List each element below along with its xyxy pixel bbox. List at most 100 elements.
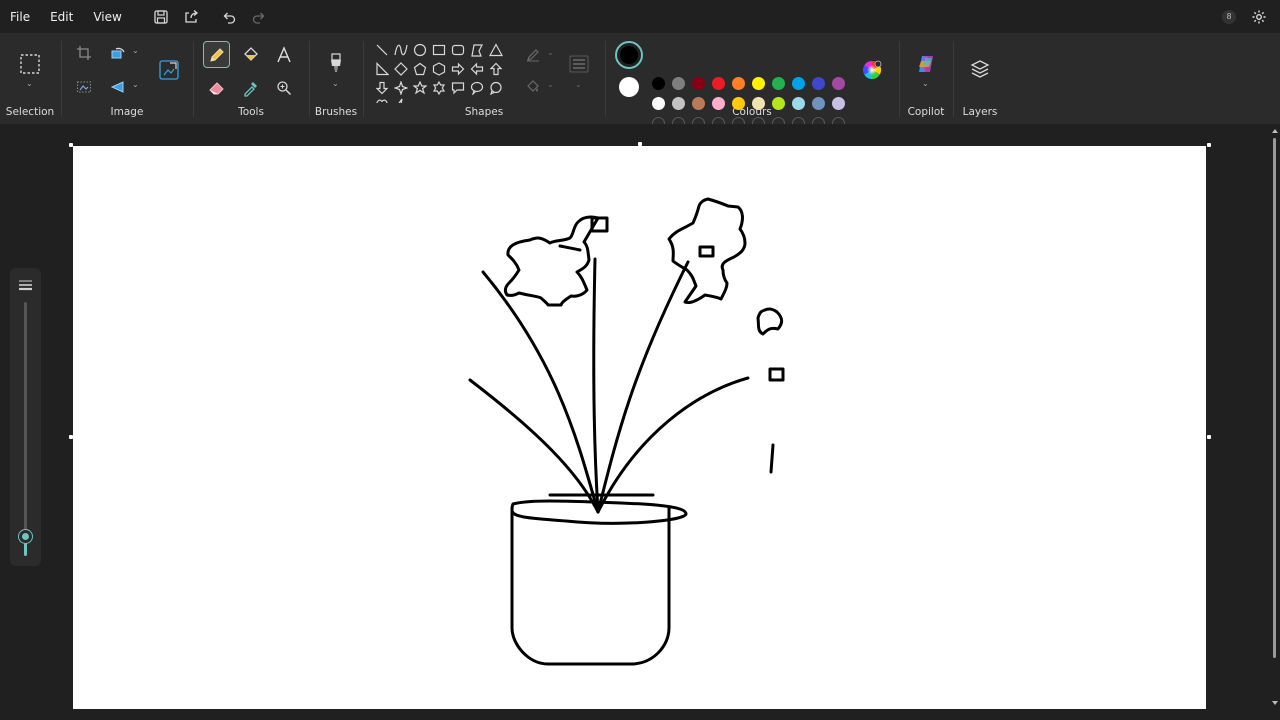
colour-swatch[interactable] [792, 97, 805, 110]
chevron-down-icon[interactable]: ⌄ [26, 79, 33, 88]
share-icon[interactable] [176, 2, 206, 32]
colours-label: Colours [732, 106, 772, 118]
brush-size-thumb[interactable] [19, 530, 32, 543]
down-arrow-shape-icon[interactable] [375, 81, 389, 95]
crop-icon[interactable] [76, 45, 92, 61]
chevron-down-icon[interactable]: ⌄ [575, 80, 582, 89]
colour-swatch[interactable] [772, 97, 785, 110]
colour-swatch[interactable] [732, 97, 745, 110]
flip-icon[interactable] [110, 79, 126, 95]
right-arrow-shape-icon[interactable] [451, 62, 465, 76]
remove-background-icon[interactable] [76, 79, 92, 95]
save-icon[interactable] [146, 2, 176, 32]
colour-swatch[interactable] [832, 77, 845, 90]
left-arrow-shape-icon[interactable] [470, 62, 484, 76]
settings-gear-icon[interactable] [1244, 2, 1274, 32]
rounded-rectangle-shape-icon[interactable] [451, 43, 465, 57]
colour-swatch[interactable] [692, 97, 705, 110]
line-size-icon[interactable] [569, 55, 589, 73]
colour-swatch[interactable] [732, 77, 745, 90]
heart-shape-icon[interactable] [375, 98, 389, 103]
four-point-star-shape-icon[interactable] [394, 81, 408, 95]
callout-rectangle-shape-icon[interactable] [451, 81, 465, 95]
fill-bucket-icon[interactable] [242, 46, 260, 64]
layers-group: Layers [954, 33, 1006, 124]
scroll-thumb[interactable] [1273, 138, 1276, 658]
curve-shape-icon[interactable] [394, 43, 408, 57]
oval-shape-icon[interactable] [413, 43, 427, 57]
resize-handle[interactable] [69, 435, 73, 439]
colour-swatch[interactable] [652, 97, 665, 110]
lightning-shape-icon[interactable] [394, 98, 408, 103]
image-label: Image [110, 106, 144, 118]
resize-handle[interactable] [69, 143, 73, 147]
scroll-up-icon[interactable] [1272, 128, 1278, 134]
drawing-canvas[interactable] [73, 146, 1206, 709]
colour-swatch[interactable] [832, 97, 845, 110]
menu-edit[interactable]: Edit [40, 0, 83, 33]
callout-cloud-shape-icon[interactable] [489, 81, 503, 95]
rotate-icon[interactable] [110, 45, 126, 61]
colour-swatch[interactable] [812, 97, 825, 110]
colour-swatch[interactable] [692, 77, 705, 90]
menu-view[interactable]: View [83, 0, 131, 33]
hexagon-shape-icon[interactable] [432, 62, 446, 76]
colour-swatch[interactable] [672, 77, 685, 90]
tools-group: Tools [194, 33, 308, 124]
notification-badge[interactable]: 8 [1222, 9, 1236, 24]
resize-handle[interactable] [1207, 435, 1211, 439]
triangle-shape-icon[interactable] [489, 43, 503, 57]
colour-picker-icon[interactable] [242, 79, 260, 97]
vertical-scrollbar[interactable] [1271, 128, 1278, 708]
colour-swatch[interactable] [652, 77, 665, 90]
pencil-icon[interactable] [208, 46, 226, 64]
image-group: ⌄ ⌄ Image [62, 33, 192, 124]
chevron-down-icon[interactable]: ⌄ [922, 79, 929, 88]
chevron-down-icon[interactable]: ⌄ [547, 48, 554, 57]
outline-icon[interactable] [525, 47, 541, 63]
fill-icon[interactable] [525, 79, 541, 95]
rectangle-shape-icon[interactable] [432, 43, 446, 57]
pentagon-shape-icon[interactable] [413, 62, 427, 76]
copilot-label: Copilot [907, 106, 945, 118]
colour-swatch[interactable] [792, 77, 805, 90]
copilot-icon[interactable] [915, 53, 937, 75]
colour-wheel-icon[interactable] [862, 60, 882, 80]
five-point-star-shape-icon[interactable] [413, 81, 427, 95]
chevron-down-icon[interactable]: ⌄ [132, 80, 139, 89]
brush-icon[interactable] [327, 52, 345, 74]
callout-oval-shape-icon[interactable] [470, 81, 484, 95]
redo-icon[interactable] [244, 2, 274, 32]
resize-handle[interactable] [1207, 143, 1211, 147]
magnifier-icon[interactable] [275, 79, 293, 97]
colour-swatch[interactable] [712, 97, 725, 110]
colour-swatch[interactable] [752, 77, 765, 90]
resize-handle[interactable] [638, 142, 642, 146]
colour-swatch[interactable] [712, 77, 725, 90]
chevron-down-icon[interactable]: ⌄ [332, 79, 339, 88]
polygon-shape-icon[interactable] [470, 43, 484, 57]
up-arrow-shape-icon[interactable] [489, 62, 503, 76]
colour-swatch[interactable] [672, 97, 685, 110]
ribbon-toolbar: ⌄ Selection ⌄ ⌄ Image Tools ⌄ Brushes Sh… [0, 33, 1280, 130]
scroll-down-icon[interactable] [1272, 700, 1278, 706]
text-icon[interactable] [275, 45, 293, 65]
resize-image-icon[interactable] [158, 59, 180, 81]
diamond-shape-icon[interactable] [394, 62, 408, 76]
colour-swatch[interactable] [752, 97, 765, 110]
menu-file[interactable]: File [0, 0, 40, 33]
right-triangle-shape-icon[interactable] [375, 62, 389, 76]
rectangle-select-icon[interactable] [19, 53, 41, 75]
chevron-down-icon[interactable]: ⌄ [547, 80, 554, 89]
undo-icon[interactable] [214, 2, 244, 32]
secondary-colour[interactable] [619, 77, 639, 97]
colour-swatch[interactable] [772, 77, 785, 90]
eraser-icon[interactable] [208, 79, 226, 97]
primary-colour [620, 46, 638, 64]
layers-icon[interactable] [970, 59, 990, 79]
colour-swatch[interactable] [812, 77, 825, 90]
brush-size-track[interactable] [24, 302, 27, 554]
six-point-star-shape-icon[interactable] [432, 81, 446, 95]
line-shape-icon[interactable] [375, 43, 389, 57]
chevron-down-icon[interactable]: ⌄ [132, 46, 139, 55]
